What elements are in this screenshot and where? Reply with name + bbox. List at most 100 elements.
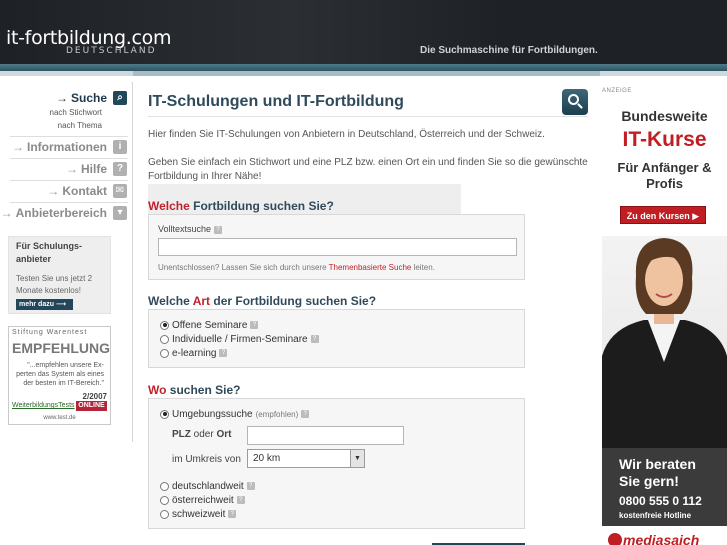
- nav-arrow-icon: →: [47, 184, 60, 198]
- help-icon[interactable]: ?: [250, 321, 259, 329]
- header-teal-bar: [0, 64, 727, 71]
- section-title-fortbildung: Welche Fortbildung suchen Sie?: [148, 199, 334, 213]
- location-panel: Umgebungssuche (empfohlen)? PLZ oder Ort…: [148, 398, 525, 529]
- ad-line1: Bundesweite: [621, 108, 708, 124]
- main-content: IT-Schulungen und IT-Fortbildung Hier fi…: [148, 76, 595, 545]
- radio-button[interactable]: [160, 334, 169, 344]
- title-accent: Wo: [148, 383, 167, 397]
- nav-arrow-icon: →: [65, 162, 78, 176]
- note-text-end: leiten.: [413, 263, 435, 272]
- nav-item-label: Anbieterbereich: [15, 206, 107, 220]
- nav-item-anbieterbereich[interactable]: → Anbieterbereich ▾: [1, 203, 127, 223]
- help-icon[interactable]: ?: [301, 410, 310, 418]
- radio-label: deutschlandweit: [172, 480, 244, 492]
- nav-sub-stichwort[interactable]: nach Stichwort: [50, 108, 102, 117]
- site-header: it-fortbildung.com DEUTSCHLAND Die Suchm…: [0, 0, 727, 64]
- radio-label: österreichweit: [172, 494, 234, 506]
- help-icon[interactable]: ?: [219, 349, 228, 357]
- radio-oesterreichweit[interactable]: österreichweit?: [160, 494, 245, 506]
- radio-umgebungssuche[interactable]: Umgebungssuche (empfohlen)?: [160, 408, 310, 420]
- nav-item-kontakt[interactable]: → Kontakt ✉: [47, 181, 127, 201]
- section-title-wo: Wo suchen Sie?: [148, 383, 240, 397]
- plz-ort-input[interactable]: [247, 426, 404, 445]
- provider-promo-box: Für Schulungs-anbieter Testen Sie uns je…: [8, 236, 111, 314]
- help-icon[interactable]: ?: [310, 335, 319, 343]
- plz-label-mid: oder: [193, 429, 214, 440]
- nav-item-informationen[interactable]: → Informationen i: [12, 137, 127, 157]
- help-icon[interactable]: ?: [228, 510, 237, 518]
- radio-label: Umgebungssuche: [172, 408, 253, 420]
- radio-e-learning[interactable]: e-learning?: [160, 347, 228, 359]
- magnifier-icon: ⌕: [113, 91, 127, 105]
- title-text: suchen Sie?: [169, 383, 241, 397]
- radius-select[interactable]: 20 km ▼: [247, 449, 365, 468]
- lock-icon: ▾: [113, 206, 127, 220]
- promo-text: Testen Sie uns jetzt 2 Monate kostenlos!: [16, 274, 93, 295]
- recommended-note: (empfohlen): [255, 409, 299, 419]
- radio-schweizweit[interactable]: schweizweit?: [160, 508, 237, 520]
- promo-more-button[interactable]: mehr dazu ⟶: [16, 299, 73, 310]
- warentest-quote: "...empfehlen unsere Ex-perten das Syste…: [16, 362, 104, 387]
- warentest-header: Stiftung Warentest: [12, 329, 88, 336]
- ad-label: ANZEIGE: [602, 88, 632, 94]
- nav-arrow-icon: →: [55, 91, 68, 105]
- radio-button[interactable]: [160, 409, 169, 419]
- radio-offene-seminare[interactable]: Offene Seminare?: [160, 319, 259, 331]
- logo-circle-icon: [608, 533, 622, 545]
- help-icon[interactable]: ?: [214, 226, 223, 234]
- nav-item-label: Informationen: [27, 140, 107, 154]
- intro-text: Hier finden Sie IT-Schulungen von Anbiet…: [148, 129, 545, 140]
- radio-label: schweizweit: [172, 508, 226, 520]
- title-accent: Art: [192, 294, 211, 308]
- zoom-button[interactable]: [562, 89, 588, 115]
- ad-banner[interactable]: Bundesweite IT-Kurse Für Anfänger & Prof…: [602, 96, 727, 545]
- title-text: Welche: [148, 294, 190, 308]
- radio-button[interactable]: [160, 348, 169, 358]
- nav-arrow-icon: →: [12, 140, 24, 154]
- nav-item-label: Suche: [70, 91, 107, 105]
- nav-item-hilfe[interactable]: → Hilfe ?: [66, 159, 127, 179]
- plz-label: PLZ oder Ort: [172, 429, 231, 440]
- nav-arrow-icon: →: [0, 206, 13, 220]
- section-title-art: Welche Art der Fortbildung suchen Sie?: [148, 294, 376, 308]
- ad-contact-box: Wir beraten Sie gern! 0800 555 0 112 kos…: [602, 448, 727, 526]
- help-icon[interactable]: ?: [246, 482, 255, 490]
- magnifier-handle: [577, 103, 583, 109]
- ad-logo-text: mediasaich: [623, 532, 700, 545]
- warentest-brand: WeiterbildungsTests: [12, 402, 75, 409]
- radio-label: Individuelle / Firmen-Seminare: [172, 333, 308, 345]
- nav-item-label: Hilfe: [80, 162, 107, 176]
- title-text: Fortbildung suchen Sie?: [193, 199, 334, 213]
- ort-label-bold: Ort: [216, 429, 232, 440]
- chevron-down-icon: ▼: [350, 450, 364, 467]
- info-icon: i: [113, 140, 127, 154]
- ad-cta: Wir beraten Sie gern!: [619, 456, 696, 489]
- nav-sub-thema[interactable]: nach Thema: [58, 121, 102, 130]
- title-accent: Welche: [148, 199, 190, 213]
- radio-deutschlandweit[interactable]: deutschlandweit?: [160, 480, 255, 492]
- radio-button[interactable]: [160, 495, 169, 505]
- sidebar-divider: [132, 82, 133, 442]
- plz-label-bold: PLZ: [172, 429, 191, 440]
- radius-value: 20 km: [253, 453, 281, 464]
- intro-text-2: Geben Sie einfach ein Stichwort und eine…: [148, 157, 588, 182]
- page-title: IT-Schulungen und IT-Fortbildung: [148, 93, 404, 110]
- nav-item-label: Kontakt: [62, 184, 107, 198]
- fulltext-search-input[interactable]: [158, 238, 517, 256]
- nav-item-suche[interactable]: → Suche ⌕: [56, 88, 127, 108]
- ad-line2: IT-Kurse: [622, 128, 707, 151]
- help-icon[interactable]: ?: [236, 496, 245, 504]
- site-logo-subtitle: DEUTSCHLAND: [66, 46, 157, 56]
- radio-button[interactable]: [160, 509, 169, 519]
- left-sidebar: → Suche ⌕ nach Stichwort nach Thema → In…: [1, 76, 133, 451]
- note-text: Unentschlossen? Lassen Sie sich durch un…: [158, 263, 327, 272]
- promo-button-label: mehr dazu: [19, 301, 55, 308]
- warentest-badge[interactable]: Stiftung Warentest EMPFEHLUNG "...empfeh…: [8, 326, 111, 425]
- title-text: der Fortbildung suchen Sie?: [213, 294, 377, 308]
- topic-search-link[interactable]: Themenbasierte Suche: [329, 263, 412, 272]
- ad-courses-button[interactable]: Zu den Kursen ▶: [620, 206, 706, 224]
- fulltext-panel: Volltextsuche? Unentschlossen? Lassen Si…: [148, 214, 525, 280]
- radio-button[interactable]: [160, 481, 169, 491]
- radio-firmen-seminare[interactable]: Individuelle / Firmen-Seminare?: [160, 333, 319, 345]
- radio-button[interactable]: [160, 320, 169, 330]
